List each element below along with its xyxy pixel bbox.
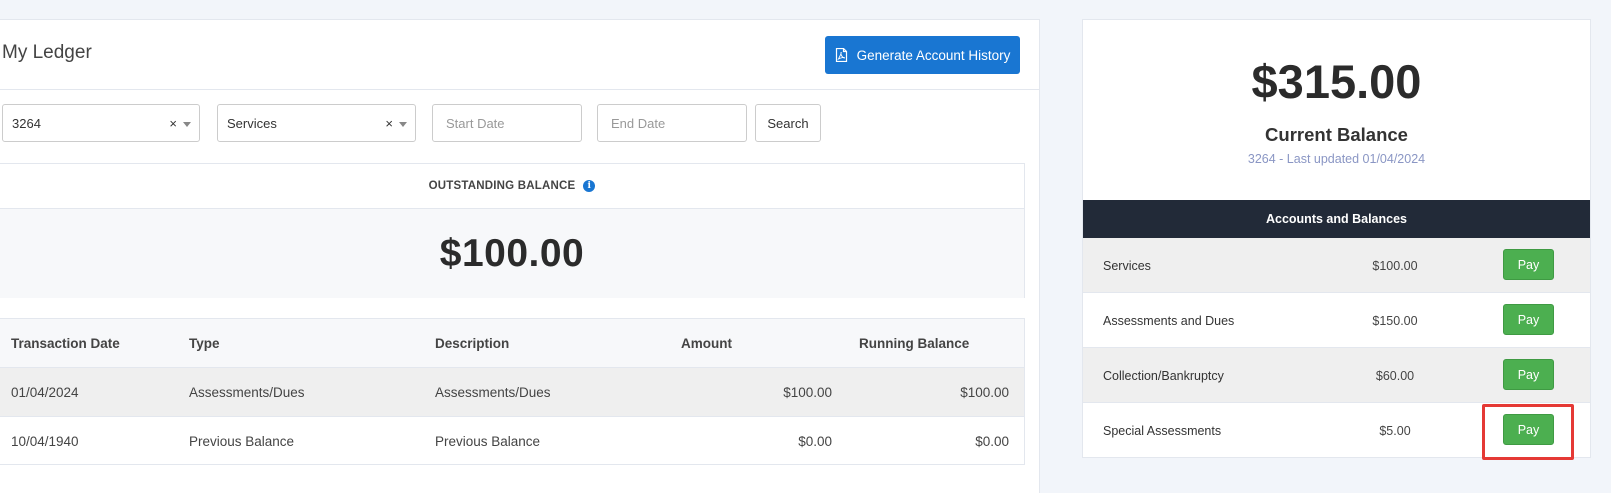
account-select-value: 3264: [12, 115, 41, 131]
current-balance-card: $315.00 Current Balance 3264 - Last upda…: [1082, 19, 1591, 458]
end-date-placeholder: End Date: [611, 115, 666, 131]
account-name: Assessments and Dues: [1103, 313, 1235, 328]
search-button[interactable]: Search: [755, 104, 821, 142]
account-name: Collection/Bankruptcy: [1103, 368, 1224, 383]
chevron-down-icon[interactable]: [183, 122, 191, 127]
account-amount: $150.00: [1372, 313, 1418, 328]
current-balance-label: Current Balance: [1265, 124, 1408, 145]
transactions-table: Transaction Date Type Description Amount…: [0, 318, 1025, 465]
account-amount: $60.00: [1375, 368, 1415, 383]
table-row: 01/04/2024 Assessments/Dues Assessments/…: [0, 368, 1024, 417]
page-title: My Ledger: [2, 42, 92, 63]
table-cell: Assessments/Dues: [435, 384, 551, 400]
column-header[interactable]: Type: [189, 319, 220, 367]
info-icon[interactable]: i: [583, 180, 596, 192]
table-cell: $0.00: [975, 433, 1009, 449]
outstanding-balance-header: OUTSTANDING BALANCE i: [0, 164, 1024, 209]
outstanding-balance-amount: $100.00: [0, 209, 1024, 298]
account-row-assessments-and-dues: Assessments and Dues $150.00 Pay: [1083, 293, 1590, 348]
account-amount: $100.00: [1372, 258, 1418, 273]
account-amount: $5.00: [1379, 423, 1411, 438]
category-select[interactable]: Services ×: [217, 104, 416, 142]
table-cell: Previous Balance: [189, 433, 295, 449]
table-header-row: Transaction Date Type Description Amount…: [0, 319, 1024, 368]
start-date-placeholder: Start Date: [446, 115, 505, 131]
column-header[interactable]: Transaction Date: [11, 319, 120, 367]
table-cell: 01/04/2024: [11, 384, 79, 400]
table-cell: $0.00: [798, 433, 832, 449]
pay-button-assessments-and-dues[interactable]: Pay: [1503, 304, 1554, 335]
current-balance-amount: $315.00: [1251, 55, 1422, 108]
accounts-and-balances-header: Accounts and Balances: [1083, 200, 1590, 238]
pay-button-collection-bankruptcy[interactable]: Pay: [1503, 359, 1554, 390]
clear-account-icon[interactable]: ×: [169, 116, 177, 131]
account-name: Special Assessments: [1103, 423, 1222, 438]
outstanding-balance-panel: OUTSTANDING BALANCE i $100.00: [0, 163, 1025, 298]
highlight-box: [1482, 404, 1574, 460]
outstanding-balance-label: OUTSTANDING BALANCE: [428, 180, 576, 192]
table-cell: 10/04/1940: [11, 433, 79, 449]
account-row-services: Services $100.00 Pay: [1083, 238, 1590, 293]
chevron-down-icon[interactable]: [399, 122, 407, 127]
pay-button-services[interactable]: Pay: [1503, 249, 1554, 280]
generate-account-history-label: Generate Account History: [856, 47, 1011, 63]
table-row: 10/04/1940 Previous Balance Previous Bal…: [0, 417, 1024, 466]
last-updated-text: 3264 - Last updated 01/04/2024: [1247, 152, 1426, 166]
clear-category-icon[interactable]: ×: [385, 116, 393, 131]
start-date-input[interactable]: Start Date: [432, 104, 582, 142]
account-row-collection-bankruptcy: Collection/Bankruptcy $60.00 Pay: [1083, 348, 1590, 403]
ledger-header: My Ledger Generate Account History: [0, 20, 1039, 90]
category-select-value: Services: [227, 115, 277, 131]
filter-bar: 3264 × Services × Start Date End Date Se…: [0, 104, 1039, 142]
table-cell: Assessments/Dues: [189, 384, 305, 400]
ledger-panel: My Ledger Generate Account History 3264 …: [0, 19, 1040, 493]
column-header[interactable]: Description: [435, 319, 509, 367]
account-name: Services: [1103, 258, 1151, 273]
table-cell: $100.00: [783, 384, 832, 400]
end-date-input[interactable]: End Date: [597, 104, 747, 142]
column-header[interactable]: Running Balance: [859, 319, 969, 367]
table-cell: $100.00: [960, 384, 1009, 400]
pdf-file-icon: [835, 48, 847, 62]
column-header[interactable]: Amount: [681, 319, 732, 367]
account-select[interactable]: 3264 ×: [2, 104, 200, 142]
table-cell: Previous Balance: [435, 433, 541, 449]
generate-account-history-button[interactable]: Generate Account History: [825, 36, 1020, 74]
